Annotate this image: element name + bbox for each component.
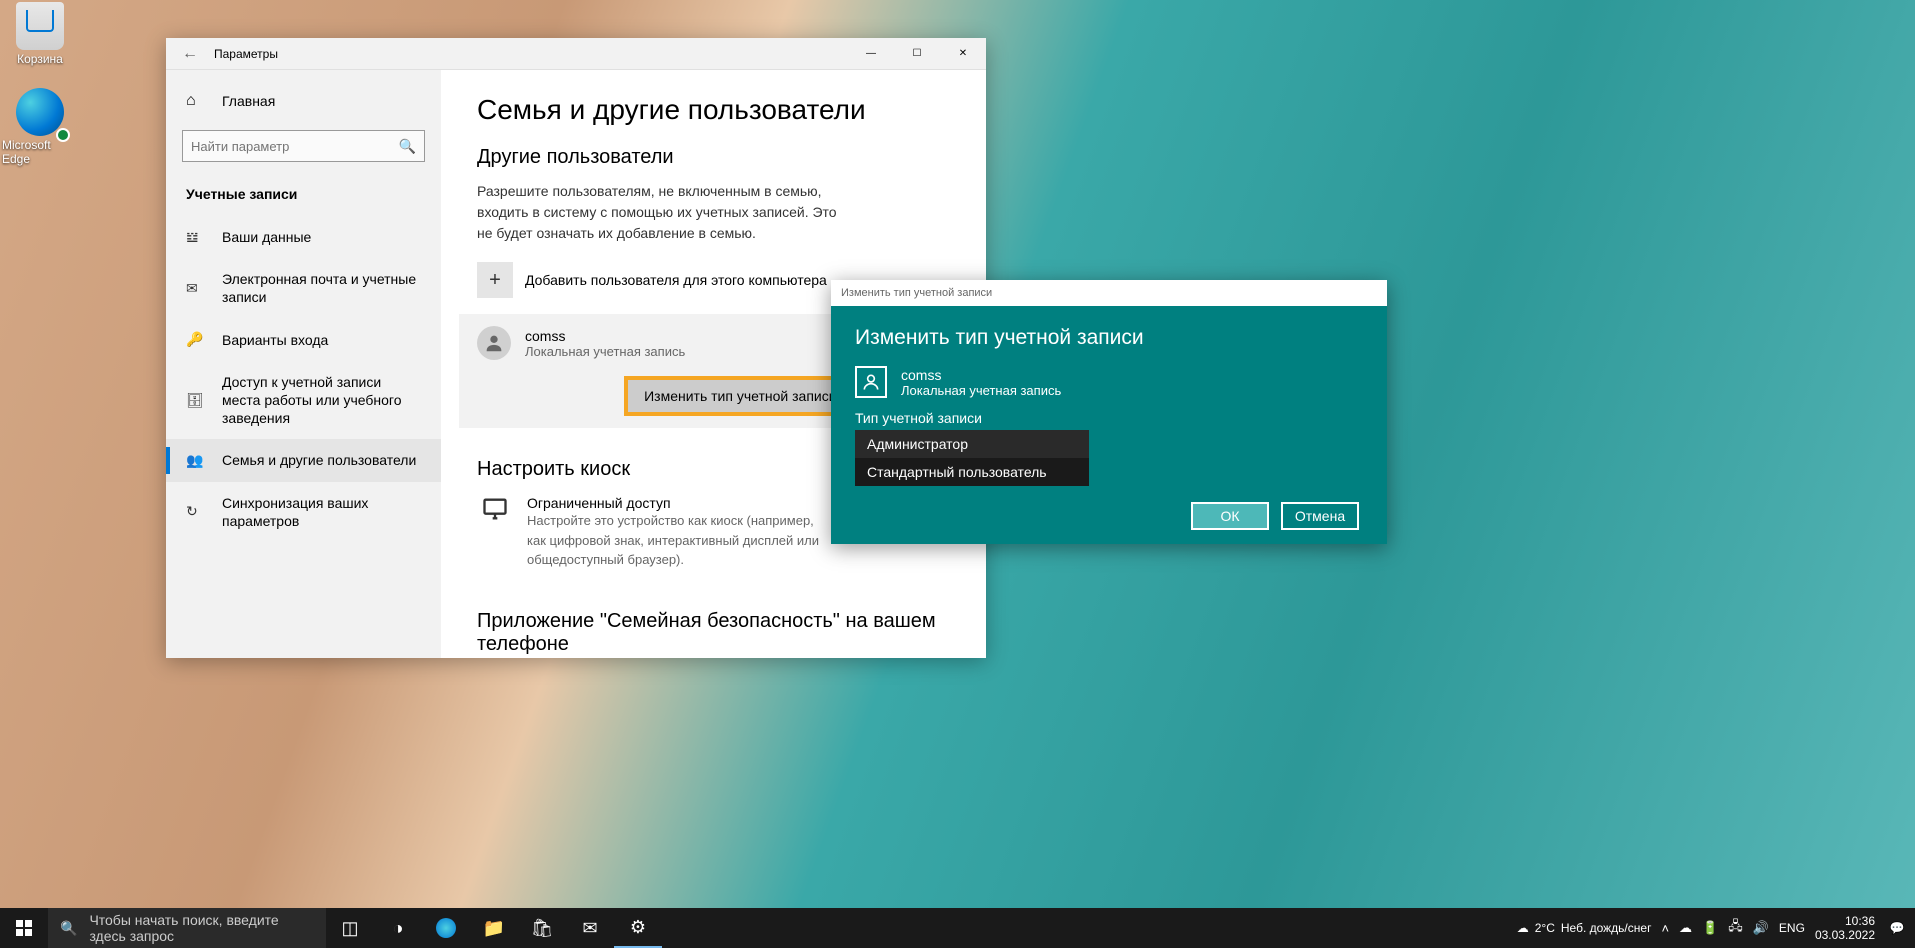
window-title: Параметры (214, 47, 848, 61)
dialog-titlebar: Изменить тип учетной записи (831, 280, 1387, 306)
page-title: Семья и другие пользователи (477, 94, 950, 126)
tray-volume-icon[interactable]: 🔊 (1753, 920, 1769, 936)
taskbar-search[interactable]: 🔍 Чтобы начать поиск, введите здесь запр… (48, 908, 326, 948)
taskbar-mail[interactable]: ✉ (566, 908, 614, 948)
sidebar-item-email[interactable]: ✉ Электронная почта и учетные записи (166, 258, 441, 318)
recycle-bin-label: Корзина (17, 52, 63, 66)
desktop-icon-recycle-bin[interactable]: Корзина (2, 2, 78, 66)
titlebar: ← Параметры — ☐ ✕ (166, 38, 986, 70)
tray-chevron-up-icon[interactable]: ˄ (1661, 921, 1669, 936)
tray-onedrive-icon[interactable]: ☁ (1679, 920, 1692, 936)
taskbar-explorer[interactable]: 📁 (470, 908, 518, 948)
search-icon: 🔍 (60, 920, 77, 937)
change-account-type-dialog: Изменить тип учетной записи Изменить тип… (831, 280, 1387, 544)
sync-icon: ↻ (186, 503, 206, 520)
search-placeholder: Чтобы начать поиск, введите здесь запрос (89, 912, 314, 944)
sidebar-home[interactable]: ⌂ Главная (166, 82, 441, 120)
sidebar-item-sync[interactable]: ↻ Синхронизация ваших параметров (166, 482, 441, 542)
close-button[interactable]: ✕ (940, 38, 986, 70)
user-type: Локальная учетная запись (525, 344, 685, 359)
mail-icon: ✉ (186, 280, 206, 297)
dialog-user-name: comss (901, 367, 1061, 383)
dialog-heading: Изменить тип учетной записи (855, 326, 1363, 350)
account-type-dropdown[interactable]: Администратор Стандартный пользователь (855, 430, 1089, 486)
search-input[interactable] (191, 139, 399, 154)
people-icon: 👥 (186, 452, 206, 469)
kiosk-row-desc: Настройте это устройство как киоск (напр… (527, 511, 827, 570)
other-users-desc: Разрешите пользователям, не включенным в… (477, 181, 837, 244)
tray-language[interactable]: ENG (1779, 921, 1805, 935)
maximize-button[interactable]: ☐ (894, 38, 940, 70)
tray-notifications[interactable]: 💬 (1885, 921, 1909, 935)
ok-button[interactable]: ОК (1191, 502, 1269, 530)
task-view-button[interactable]: ◫ (326, 908, 374, 948)
sidebar-item-work[interactable]: 🗄 Доступ к учетной записи места работы и… (166, 361, 441, 440)
add-user-label: Добавить пользователя для этого компьюте… (525, 272, 827, 288)
dropdown-option-admin[interactable]: Администратор (855, 430, 1089, 458)
family-app-title: Приложение "Семейная безопасность" на ва… (477, 610, 950, 656)
windows-logo-icon (16, 920, 32, 936)
taskbar-store[interactable]: 🛍 (518, 908, 566, 948)
user-outline-icon (855, 366, 887, 398)
plus-icon: + (477, 262, 513, 298)
dropdown-option-standard[interactable]: Стандартный пользователь (855, 458, 1089, 486)
sidebar-item-family[interactable]: 👥 Семья и другие пользователи (166, 439, 441, 481)
tray-date: 03.03.2022 (1815, 928, 1875, 942)
sidebar-home-label: Главная (222, 93, 275, 109)
cancel-button[interactable]: Отмена (1281, 502, 1359, 530)
taskbar-edge[interactable] (422, 908, 470, 948)
kiosk-row-title: Ограниченный доступ (527, 495, 827, 511)
edge-icon (16, 88, 64, 136)
account-type-label: Тип учетной записи (855, 410, 1363, 426)
dialog-user-type: Локальная учетная запись (901, 383, 1061, 398)
edge-badge-icon (56, 128, 70, 142)
user-avatar-icon (477, 326, 511, 360)
search-icon: 🔍 (399, 138, 416, 155)
minimize-button[interactable]: — (848, 38, 894, 70)
tray-battery-icon[interactable]: 🔋 (1702, 920, 1718, 936)
user-name: comss (525, 328, 685, 344)
taskbar-settings[interactable]: ⚙ (614, 908, 662, 948)
weather-icon: ☁ (1517, 921, 1529, 935)
sidebar-heading: Учетные записи (166, 172, 441, 216)
briefcase-icon: 🗄 (186, 392, 206, 409)
key-icon: 🔑 (186, 331, 206, 348)
home-icon: ⌂ (186, 92, 206, 110)
weather-text: Неб. дождь/снег (1561, 921, 1652, 935)
recycle-bin-icon (16, 2, 64, 50)
tray-clock[interactable]: 10:36 03.03.2022 (1815, 914, 1875, 943)
tray-time: 10:36 (1815, 914, 1875, 928)
tray-weather[interactable]: ☁ 2°C Неб. дождь/снег (1517, 921, 1652, 935)
tray-network-icon[interactable]: 🖧 (1728, 917, 1743, 939)
dialog-user-info: comss Локальная учетная запись (855, 366, 1363, 398)
other-users-title: Другие пользователи (477, 146, 950, 169)
change-account-type-button[interactable]: Изменить тип учетной записи (624, 376, 856, 416)
search-box[interactable]: 🔍 (182, 130, 425, 162)
taskbar: 🔍 Чтобы начать поиск, введите здесь запр… (0, 908, 1915, 948)
person-card-icon: 𝍈 (186, 229, 206, 246)
sidebar-item-your-info[interactable]: 𝍈 Ваши данные (166, 216, 441, 258)
edge-label: Microsoft Edge (2, 138, 78, 166)
start-button[interactable] (0, 908, 48, 948)
weather-temp: 2°C (1535, 921, 1555, 935)
monitor-icon (477, 495, 513, 570)
back-button[interactable]: ← (166, 45, 214, 63)
sidebar-item-signin[interactable]: 🔑 Варианты входа (166, 319, 441, 361)
desktop-icon-edge[interactable]: Microsoft Edge (2, 88, 78, 166)
taskbar-widgets[interactable]: ◑ (374, 908, 422, 948)
sidebar: ⌂ Главная 🔍 Учетные записи 𝍈 Ваши данные… (166, 70, 441, 658)
system-tray: ☁ 2°C Неб. дождь/снег ˄ ☁ 🔋 🖧 🔊 ENG 10:3… (1517, 914, 1915, 943)
